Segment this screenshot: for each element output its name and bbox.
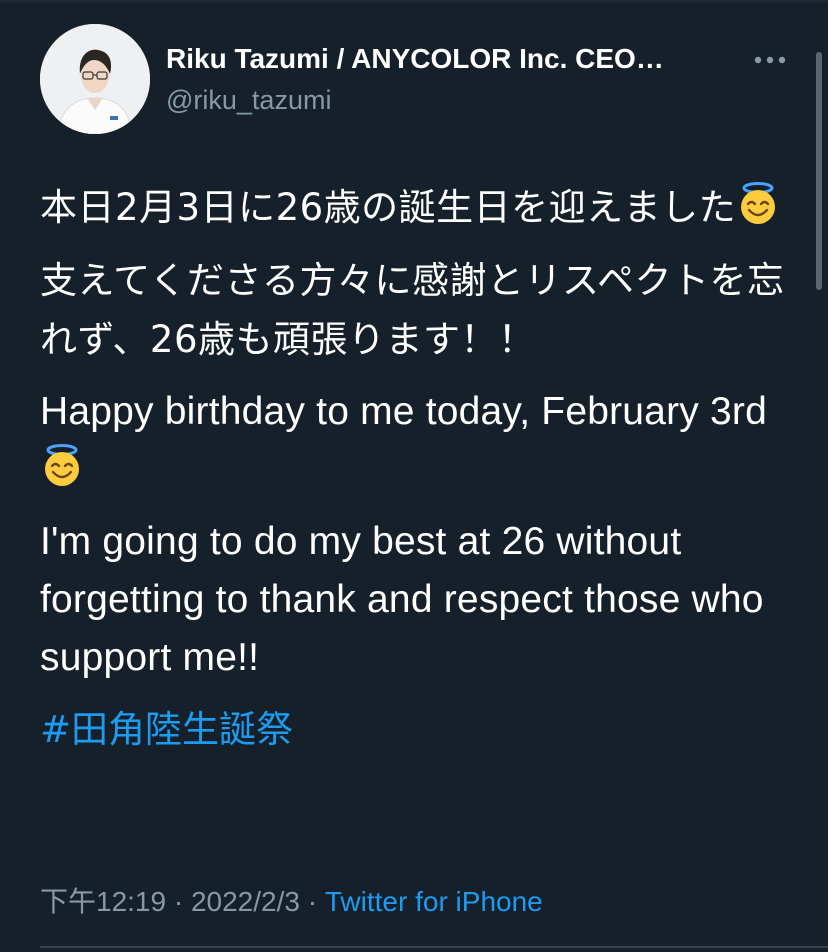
- more-horizontal-icon: [754, 56, 786, 64]
- tweet-paragraph-ja-1: 本日2月3日に26歳の誕生日を迎えました: [40, 178, 802, 237]
- tweet-time[interactable]: 下午12:19: [40, 886, 166, 917]
- tweet-text: 本日2月3日に26歳の誕生日を迎えました 支えてくださる方々に感謝とリスペクトを…: [40, 178, 802, 759]
- bottom-divider: [40, 946, 828, 948]
- scrollbar[interactable]: [816, 52, 822, 290]
- avatar[interactable]: [40, 24, 150, 134]
- tweet-paragraph-en-1: Happy birthday to me today, February 3rd: [40, 383, 802, 499]
- separator-dot: ·: [173, 886, 184, 917]
- tweet-paragraph-ja-2: 支えてくださる方々に感謝とリスペクトを忘れず、26歳も頑張ります！！: [40, 259, 785, 361]
- tweet-metadata: 下午12:19 · 2022/2/3 · Twitter for iPhone: [40, 882, 543, 922]
- halo-face-emoji-icon: [741, 182, 776, 224]
- tweet-date[interactable]: 2022/2/3: [191, 886, 300, 917]
- tweet-paragraph-en-2: I'm going to do my best at 26 without fo…: [40, 520, 764, 679]
- hashtag-link[interactable]: #田角陸生誕祭: [40, 701, 293, 759]
- author-handle[interactable]: @riku_tazumi: [166, 84, 331, 116]
- author-display-name[interactable]: Riku Tazumi / ANYCOLOR Inc. CEO…: [166, 42, 726, 76]
- more-options-button[interactable]: [748, 44, 792, 76]
- top-divider: [0, 0, 828, 3]
- profile-photo-icon: [40, 24, 150, 134]
- tweet-source-link[interactable]: Twitter for iPhone: [325, 886, 543, 917]
- halo-face-emoji-icon: [45, 444, 79, 486]
- separator-dot: ·: [307, 886, 318, 917]
